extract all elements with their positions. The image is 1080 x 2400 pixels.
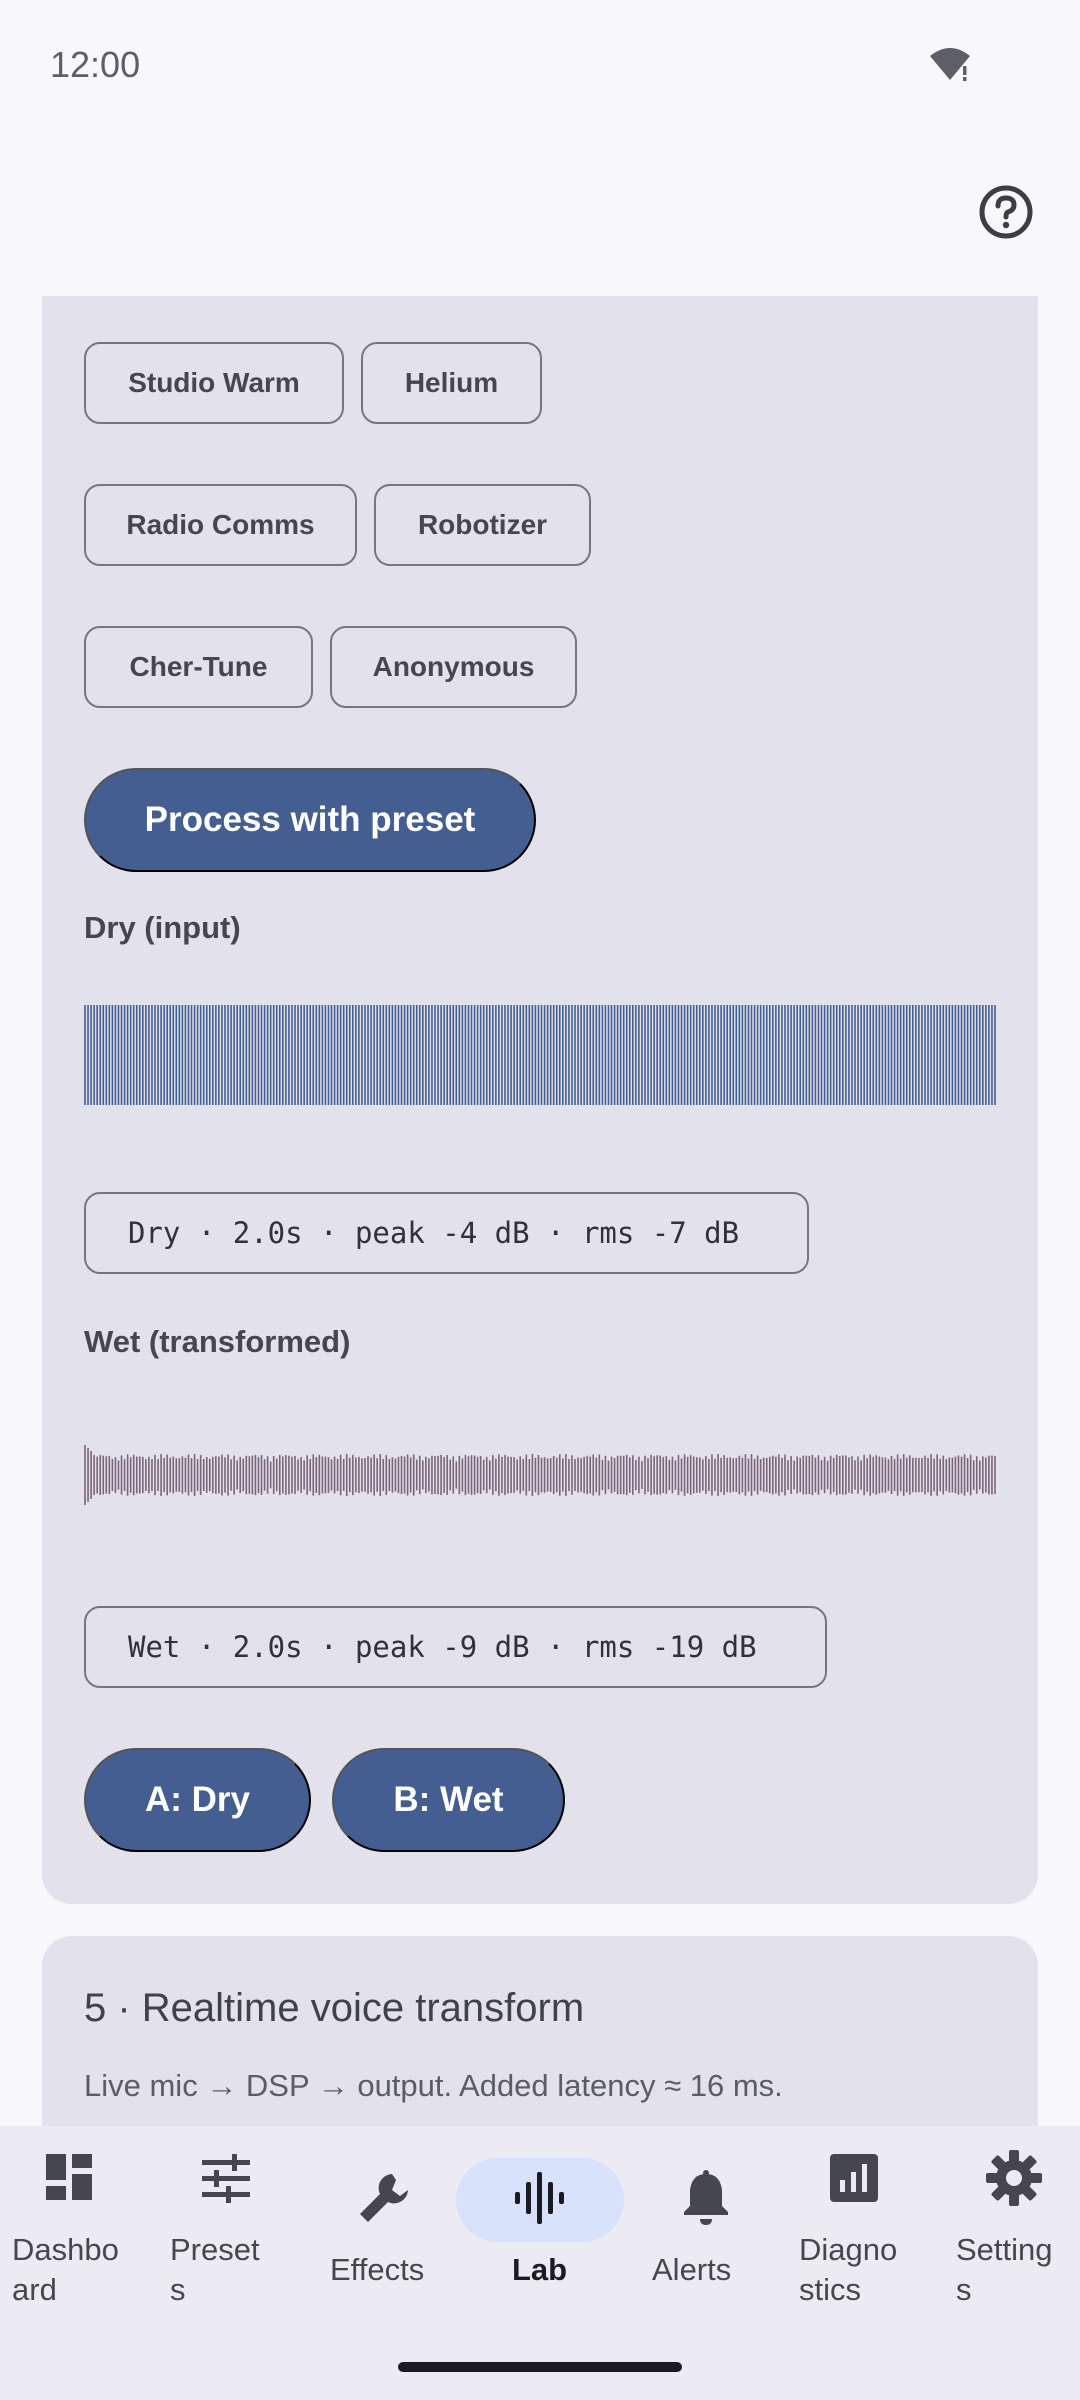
tune-icon [202, 2154, 250, 2203]
preset-chip-cher-tune[interactable]: Cher-Tune [84, 626, 313, 708]
ab-dry-button[interactable]: A: Dry [84, 1748, 311, 1852]
bell-icon [684, 2170, 728, 2225]
nav-label-presets: Preset s [170, 2232, 260, 2307]
status-time: 12:00 [50, 44, 141, 85]
nav-item-settings[interactable]: Setting s [946, 2126, 1080, 2326]
nav-item-lab[interactable]: Lab [456, 2126, 624, 2326]
help-icon[interactable] [978, 184, 1034, 240]
preset-chip-robotizer[interactable]: Robotizer [374, 484, 591, 566]
preset-chip-anonymous[interactable]: Anonymous [330, 626, 577, 708]
wrench-icon [360, 2174, 408, 2222]
nav-label-dashboard: Dashbo ard [12, 2232, 119, 2307]
dry-readout: Dry · 2.0s · peak -4 dB · rms -7 dB [84, 1192, 809, 1274]
nav-label-diagnostics: Diagno stics [799, 2232, 898, 2307]
nav-label-lab: Lab [512, 2252, 568, 2287]
nav-item-effects[interactable]: Effects [320, 2126, 460, 2326]
process-with-preset-button[interactable]: Process with preset [84, 768, 536, 872]
nav-item-dashboard[interactable]: Dashbo ard [0, 2126, 140, 2326]
realtime-subtitle: Live mic → DSP → output. Added latency ≈… [84, 2068, 783, 2103]
wet-readout: Wet · 2.0s · peak -9 dB · rms -19 dB [84, 1606, 827, 1688]
nav-label-effects: Effects [330, 2252, 425, 2287]
wet-label: Wet (transformed) [84, 1324, 351, 1359]
nav-label-alerts: Alerts [652, 2252, 732, 2287]
home-indicator [398, 2362, 682, 2372]
gear-icon [986, 2150, 1042, 2206]
dry-waveform [84, 1005, 996, 1105]
dry-label: Dry (input) [84, 910, 241, 945]
bottom-navigation: Dashbo ard Preset s Effects Lab Alerts D… [0, 2126, 1080, 2400]
preset-chip-radio-comms[interactable]: Radio Comms [84, 484, 357, 566]
waveform-icon [515, 2172, 564, 2224]
nav-item-presets[interactable]: Preset s [160, 2126, 300, 2326]
preset-chip-studio-warm[interactable]: Studio Warm [84, 342, 344, 424]
ab-wet-button[interactable]: B: Wet [332, 1748, 565, 1852]
dashboard-icon [46, 2154, 92, 2200]
wifi-alert-icon [930, 48, 970, 81]
wet-waveform [84, 1445, 996, 1505]
chart-icon [830, 2154, 878, 2202]
nav-item-diagnostics[interactable]: Diagno stics [794, 2126, 934, 2326]
realtime-title: 5 · Realtime voice transform [84, 1986, 585, 2030]
preset-chip-helium[interactable]: Helium [361, 342, 542, 424]
nav-label-settings: Setting s [956, 2232, 1053, 2307]
nav-item-alerts[interactable]: Alerts [640, 2126, 780, 2326]
status-bar: 12:00 [0, 0, 1080, 130]
